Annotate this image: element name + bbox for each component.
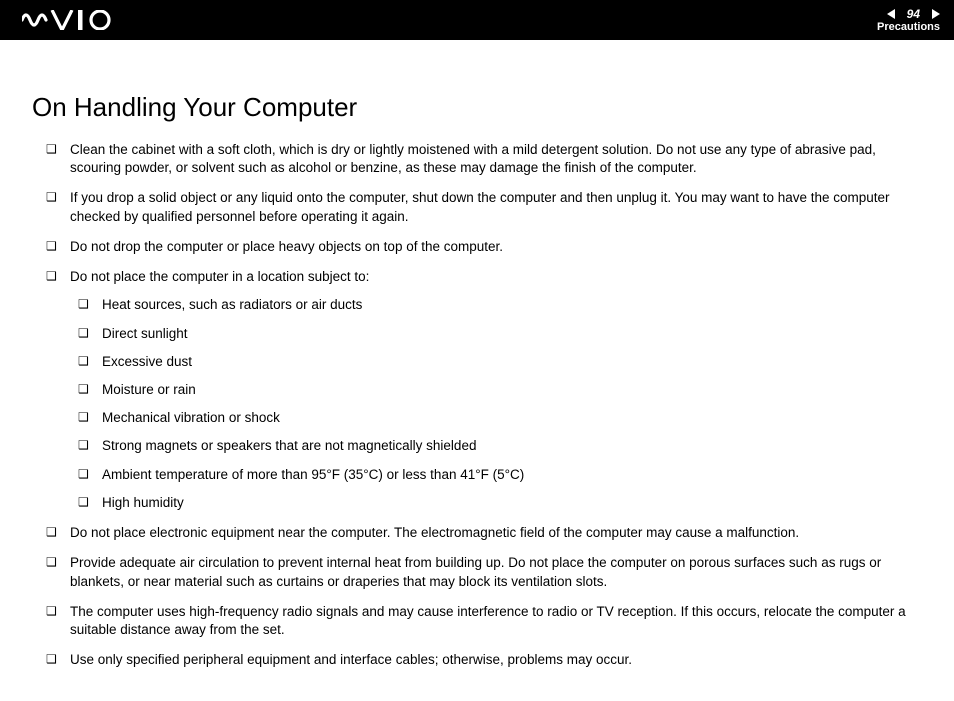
list-item: Use only specified peripheral equipment … bbox=[46, 651, 922, 669]
list-item: The computer uses high-frequency radio s… bbox=[46, 603, 922, 639]
list-item: Clean the cabinet with a soft cloth, whi… bbox=[46, 141, 922, 177]
list-item: Strong magnets or speakers that are not … bbox=[78, 437, 922, 455]
list-item: Direct sunlight bbox=[78, 325, 922, 343]
list-item: Heat sources, such as radiators or air d… bbox=[78, 296, 922, 314]
list-item: If you drop a solid object or any liquid… bbox=[46, 189, 922, 225]
list-item: Excessive dust bbox=[78, 353, 922, 371]
list-item: Moisture or rain bbox=[78, 381, 922, 399]
vaio-logo bbox=[22, 10, 120, 30]
list-item: Do not drop the computer or place heavy … bbox=[46, 238, 922, 256]
prev-page-button[interactable] bbox=[887, 9, 901, 19]
list-item: High humidity bbox=[78, 494, 922, 512]
sub-list: Heat sources, such as radiators or air d… bbox=[70, 296, 922, 512]
section-label: Precautions bbox=[877, 22, 940, 33]
list-item: Ambient temperature of more than 95°F (3… bbox=[78, 466, 922, 484]
bullet-list: Clean the cabinet with a soft cloth, whi… bbox=[32, 141, 922, 669]
page-content: On Handling Your Computer Clean the cabi… bbox=[0, 40, 954, 701]
list-item: Mechanical vibration or shock bbox=[78, 409, 922, 427]
header-nav: 94 Precautions bbox=[877, 8, 940, 33]
page-header: 94 Precautions bbox=[0, 0, 954, 40]
list-item: Do not place the computer in a location … bbox=[46, 268, 922, 512]
page-title: On Handling Your Computer bbox=[32, 92, 922, 123]
list-item: Provide adequate air circulation to prev… bbox=[46, 554, 922, 590]
page-number: 94 bbox=[907, 8, 920, 20]
next-page-button[interactable] bbox=[926, 9, 940, 19]
list-item: Do not place electronic equipment near t… bbox=[46, 524, 922, 542]
